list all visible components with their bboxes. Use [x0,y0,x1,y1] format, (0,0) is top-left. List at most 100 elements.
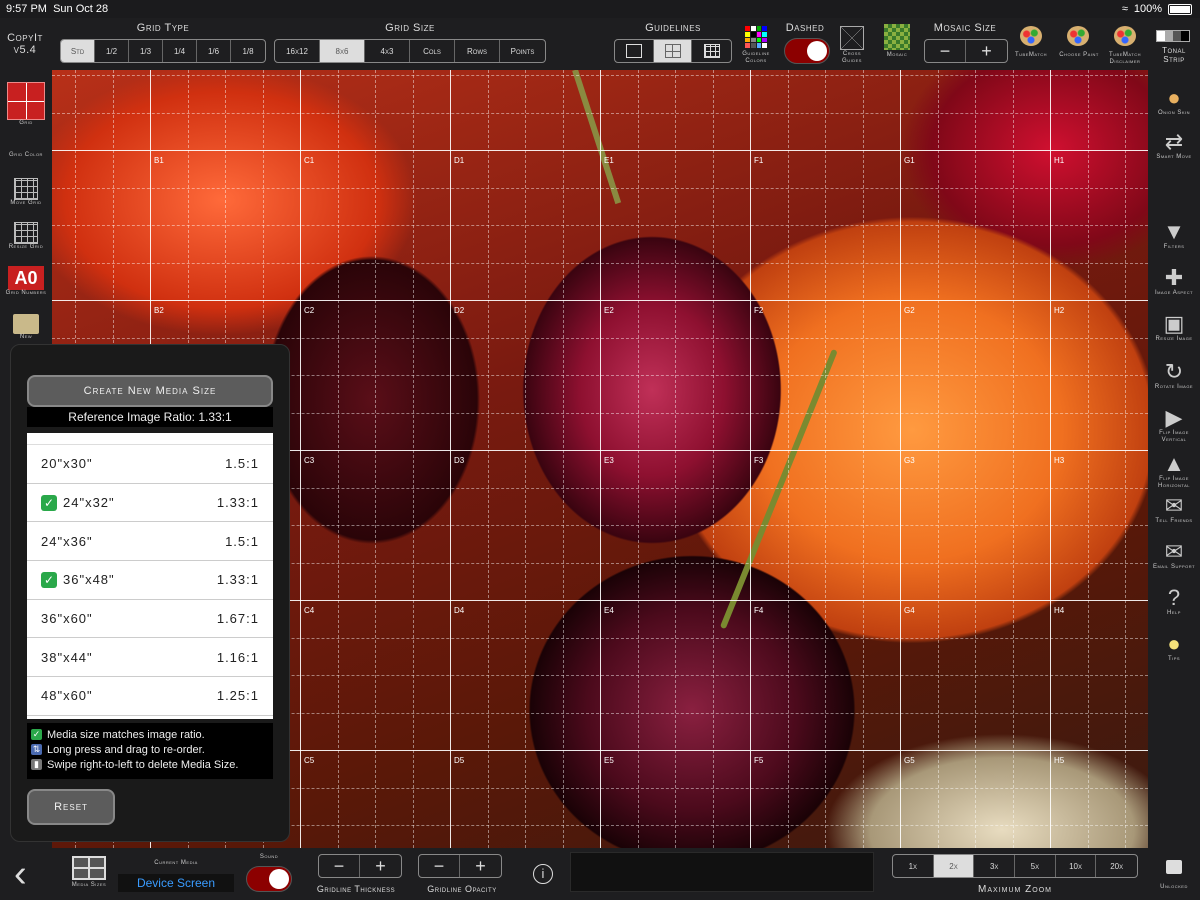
reset-button[interactable]: Reset [27,789,115,825]
media-size-ratio: 1.33:1 [216,572,259,588]
grid-type-option-1-2[interactable]: 1/2 [95,40,129,62]
right-tool-label: Help [1167,610,1181,616]
right-tool-label: Image Aspect [1154,290,1194,296]
tonal-strip-icon[interactable] [1156,30,1190,42]
zoom-option-10x[interactable]: 10x [1056,855,1097,877]
sound-toggle[interactable] [246,866,292,892]
guideline-none-button[interactable] [615,40,654,62]
right-tool-smart-move[interactable]: ⇄ Smart Move [1148,129,1200,161]
grid-tool-button[interactable]: Grid [0,82,52,127]
grid-size-option-8x6[interactable]: 8x6 [320,40,365,62]
grid-numbers-button[interactable]: A0 Grid Numbers [0,266,52,297]
grid-tool-label: Grid [19,120,33,126]
right-tool-label: Tips [1167,656,1181,662]
battery-percent: 100% [1133,3,1162,15]
onion-skin-icon: ● [1167,85,1181,110]
status-bar: 9:57 PM Sun Oct 28 ≈100% [0,0,1200,18]
grid-cell-label: E4 [604,606,614,615]
resize-grid-button[interactable]: Resize Grid [0,222,52,251]
legend-reorder: ⇅ Long press and drag to re-order. [31,743,205,756]
grid-size-option-16x12[interactable]: 16x12 [275,40,320,62]
media-size-row[interactable]: 36"x60" 1.67:1 [27,600,273,639]
app-title: CopyIt v5.4 [7,32,43,56]
grid-size-option-rows[interactable]: Rows [455,40,500,62]
media-size-text: 48"x60" [41,688,93,704]
grid-cell-label: H1 [1054,156,1065,165]
info-icon[interactable]: i [533,864,553,884]
grid-cell-label: C3 [304,456,315,465]
right-tool-image-aspect[interactable]: ✚ Image Aspect [1148,265,1200,297]
mosaic-icon[interactable] [884,24,910,50]
media-size-row[interactable]: ✓ 36"x48" 1.33:1 [27,561,273,600]
right-tool-rotate-image[interactable]: ↻ Rotate Image [1148,359,1200,391]
new-label: New [19,334,33,340]
grid-size-option-cols[interactable]: Cols [410,40,455,62]
grid-cell-label: G5 [904,756,915,765]
media-size-list: 20"x30" 1.5:1 ✓ 24"x32" 1.33:1 24"x36" 1.5:1 ✓ 3… [27,433,273,719]
media-size-panel: Create New Media Size Reference Image Ra… [10,344,290,842]
right-tool-email-support[interactable]: ✉ Email Support [1148,539,1200,571]
right-tool-tips[interactable]: ● Tips [1148,631,1200,663]
maximum-zoom-label: Maximum Zoom [978,884,1052,895]
grid-type-option-1-8[interactable]: 1/8 [231,40,265,62]
zoom-option-1x[interactable]: 1x [893,855,934,877]
thickness-minus-button[interactable]: − [319,855,361,877]
grid-type-option-1-6[interactable]: 1/6 [197,40,231,62]
cross-guides-icon[interactable] [840,26,864,50]
list-top-spacer [27,433,273,445]
dashed-toggle[interactable] [784,38,830,64]
right-tool-label: Onion Skin [1157,110,1190,116]
grid-type-option-1-3[interactable]: 1/3 [129,40,163,62]
zoom-option-5x[interactable]: 5x [1015,855,1056,877]
tubematch-disclaimer-icon[interactable] [1114,26,1136,46]
thickness-plus-button[interactable]: + [360,855,401,877]
current-media-value[interactable]: Device Screen [118,874,234,892]
media-sizes-icon[interactable] [72,856,106,880]
media-size-row[interactable]: 48"x60" 1.25:1 [27,677,273,716]
mosaic-plus-button[interactable]: + [966,40,1007,62]
grid-cell-label: C2 [304,306,315,315]
unlocked-label: Unlocked [1160,884,1188,890]
grid-type-option-1-4[interactable]: 1/4 [163,40,197,62]
guideline-colors-icon[interactable] [745,26,767,48]
media-size-name: 20"x30" [41,456,93,471]
panel-legend: ✓ Media size matches image ratio. ⇅ Long p… [27,723,273,779]
right-tool-flip-image-vertical[interactable]: ▶ Flip Image Vertical [1148,405,1200,444]
media-size-text: 24"x32" [63,494,115,510]
media-size-row[interactable]: ✓ 24"x32" 1.33:1 [27,484,273,523]
right-tool-tell-friends[interactable]: ✉ Tell Friends [1148,493,1200,525]
choose-paint-icon[interactable] [1067,26,1089,46]
media-size-row[interactable]: 24"x36" 1.5:1 [27,522,273,562]
grid-size-option-4x3[interactable]: 4x3 [365,40,410,62]
guideline-single-button[interactable] [653,40,693,62]
zoom-option-3x[interactable]: 3x [974,855,1016,877]
right-tool-flip-image-horizontal[interactable]: ▲ Flip Image Horizontal [1148,451,1200,490]
guideline-multi-button[interactable] [692,40,731,62]
opacity-plus-button[interactable]: + [460,855,501,877]
create-media-size-button[interactable]: Create New Media Size [27,375,273,407]
zoom-option-2x[interactable]: 2x [933,855,975,877]
move-grid-button[interactable]: Move Grid [0,178,52,207]
right-tool-resize-image[interactable]: ▣ Resize Image [1148,311,1200,343]
new-button[interactable]: New [0,314,52,341]
media-size-row[interactable]: 20"x30" 1.5:1 [27,445,273,484]
right-tool-help[interactable]: ? Help [1148,585,1200,617]
right-tool-onion-skin[interactable]: ● Onion Skin [1148,85,1200,117]
gridline-thickness-label: Gridline Thickness [316,884,396,894]
mosaic-minus-button[interactable]: − [925,40,967,62]
guidelines-label: Guidelines [645,22,701,34]
unlock-icon[interactable] [1166,860,1182,874]
media-size-row[interactable]: 38"x44" 1.16:1 [27,638,273,678]
grid-color-button[interactable]: Grid Color [0,132,52,159]
back-chevron-icon[interactable]: ‹ [14,855,27,893]
right-tool-filters[interactable]: ▼ Filters [1148,219,1200,251]
status-time-date: 9:57 PM Sun Oct 28 [6,3,109,15]
message-area [570,852,874,892]
grid-size-option-points[interactable]: Points [500,40,545,62]
media-size-name: 38"x44" [41,650,93,665]
zoom-option-20x[interactable]: 20x [1096,855,1137,877]
opacity-minus-button[interactable]: − [419,855,461,877]
media-size-name: ✓ 36"x48" [41,571,115,588]
palette-icon[interactable] [1020,26,1042,46]
grid-type-option-std[interactable]: Std [61,40,95,62]
